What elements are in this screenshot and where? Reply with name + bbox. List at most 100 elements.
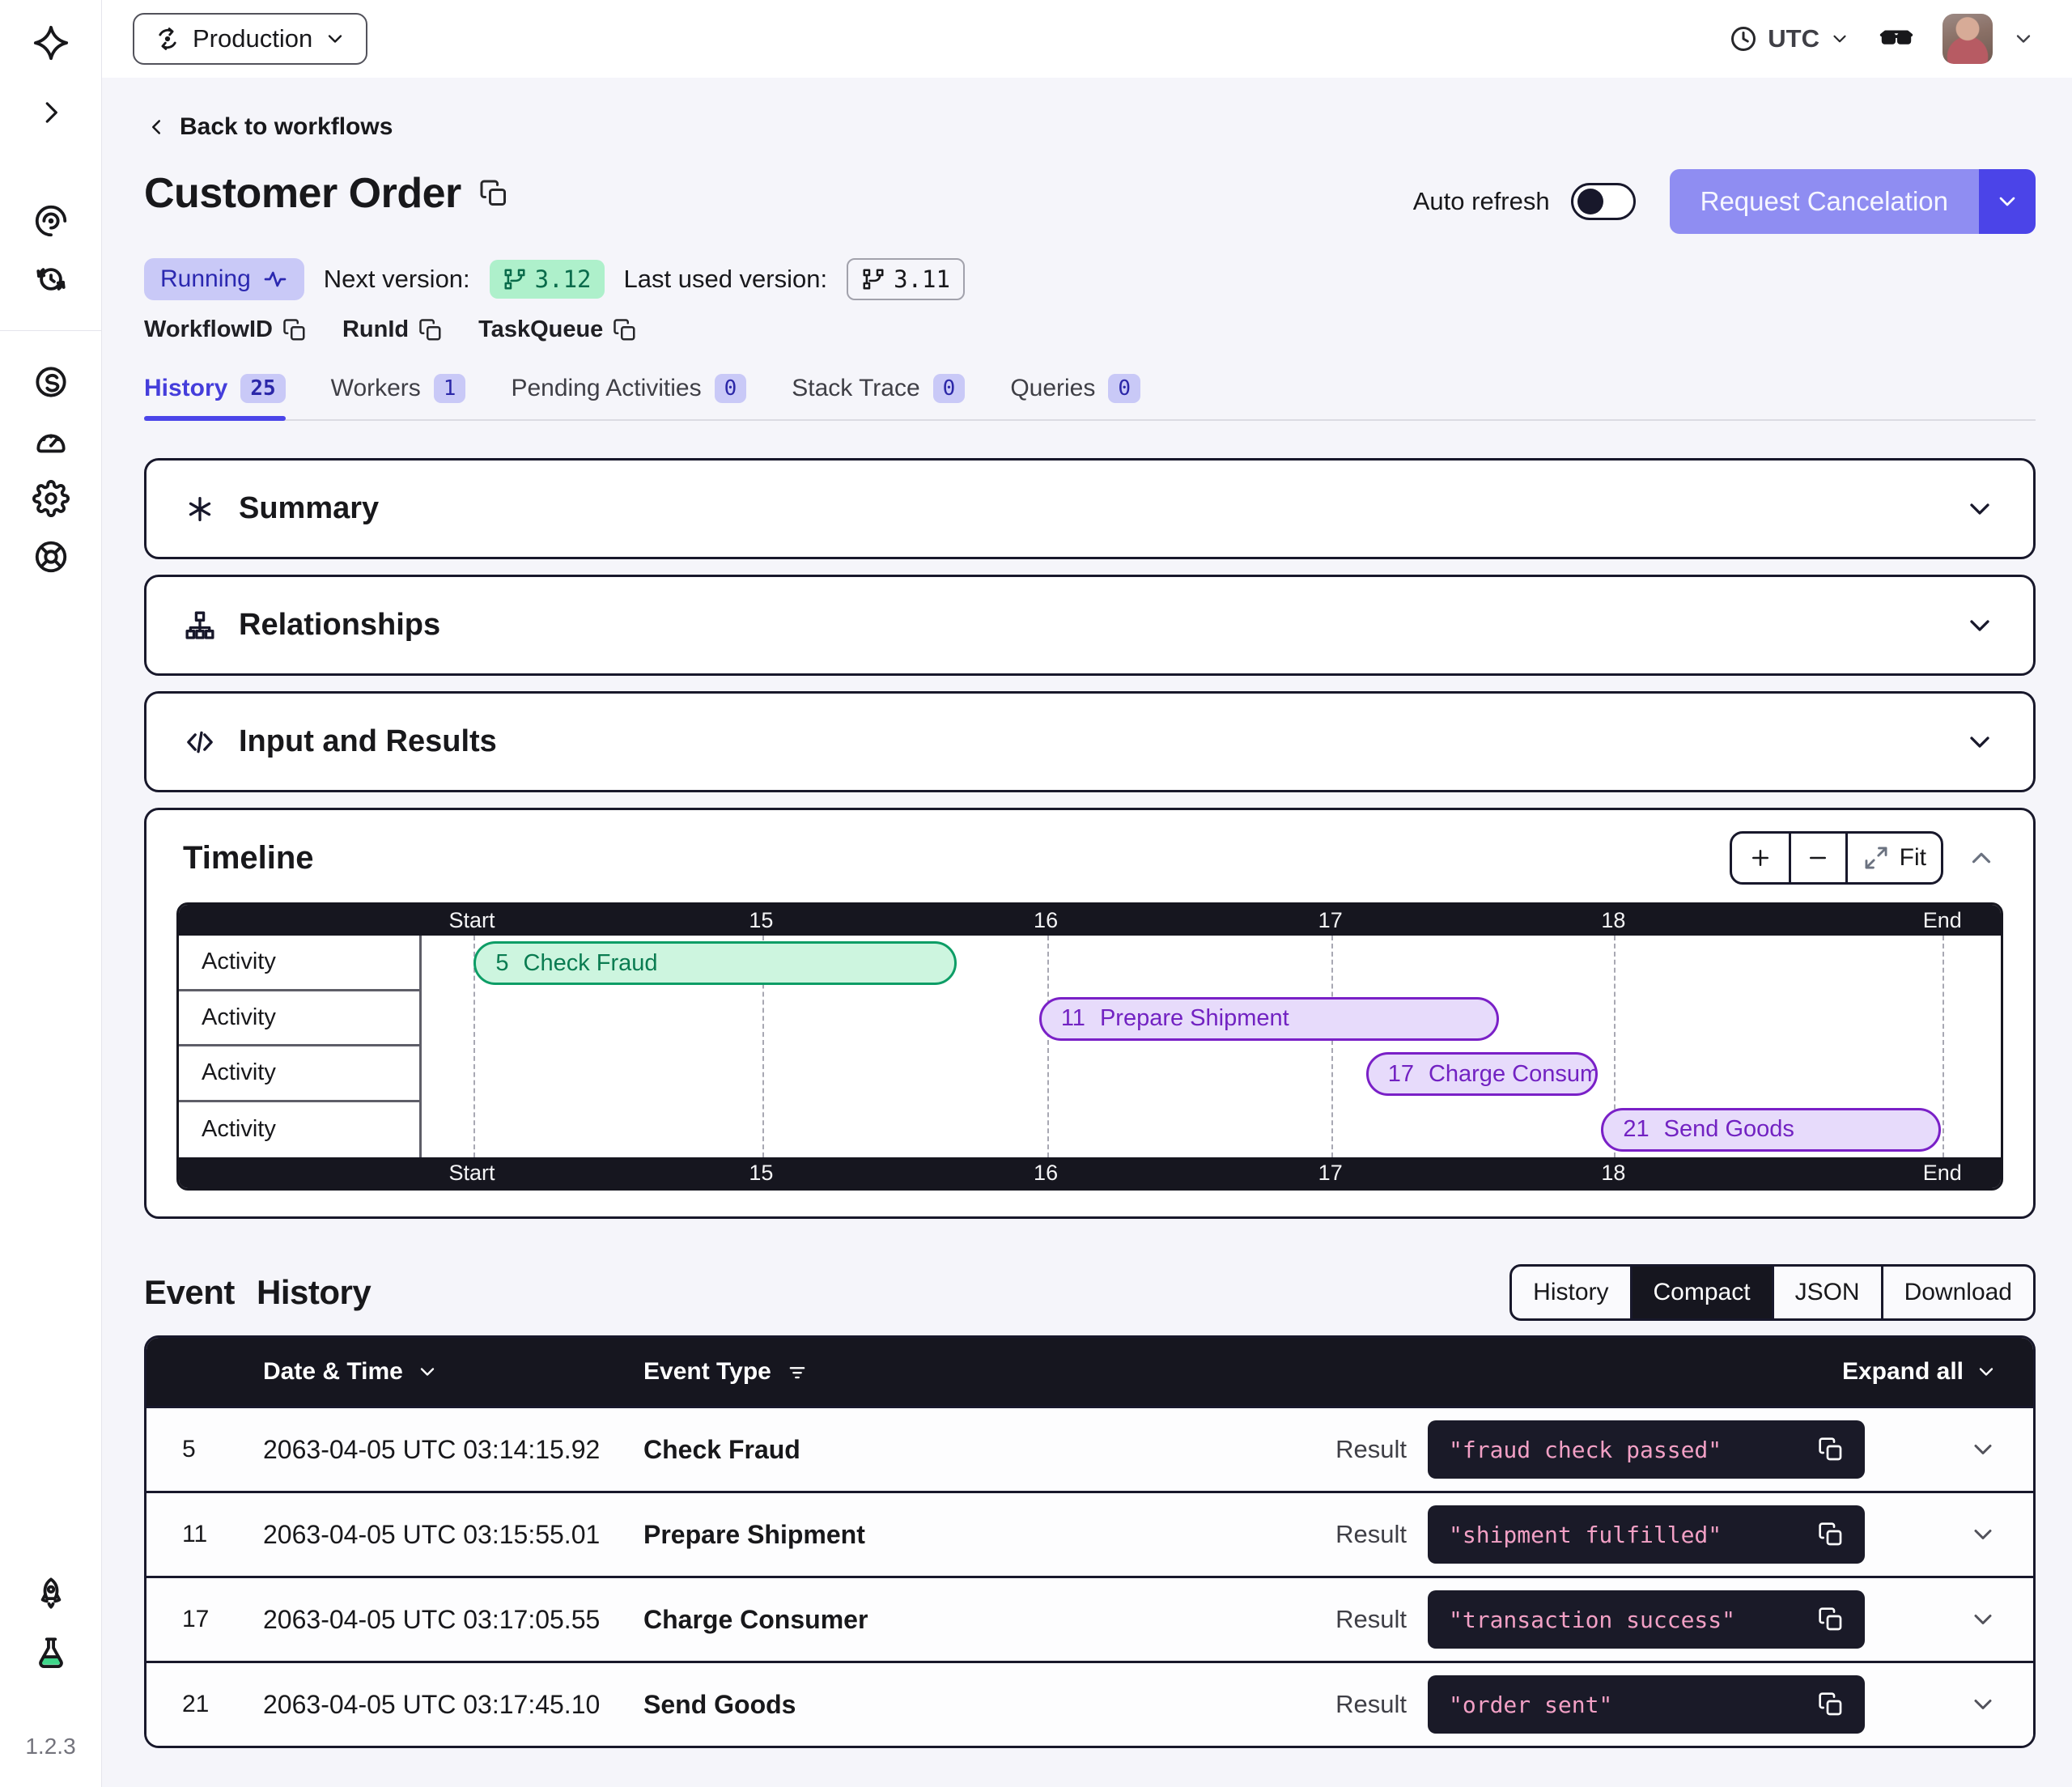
view-download[interactable]: Download <box>1881 1267 2033 1318</box>
topbar: Production UTC <box>102 0 2072 78</box>
chevron-down-icon <box>1964 609 1996 642</box>
back-to-workflows-link[interactable]: Back to workflows <box>144 113 393 141</box>
copy-result-icon[interactable] <box>1818 1437 1844 1462</box>
copy-taskqueue-chip[interactable]: TaskQueue <box>478 316 637 343</box>
branch-icon <box>503 267 527 291</box>
bar-activity-name: Prepare Shipment <box>1100 1005 1289 1032</box>
collapse-timeline-icon[interactable] <box>1966 843 1997 873</box>
event-datetime: 2063-04-05 UTC 03:17:45.10 <box>263 1690 643 1720</box>
tab-stack-trace[interactable]: Stack Trace0 <box>792 374 965 419</box>
expand-row-icon[interactable] <box>1968 1520 1998 1549</box>
account-menu-chevron-icon[interactable] <box>2012 28 2035 50</box>
expand-row-icon[interactable] <box>1968 1435 1998 1464</box>
tab-label: Queries <box>1010 375 1095 402</box>
view-json[interactable]: JSON <box>1772 1267 1881 1318</box>
expand-all-button[interactable]: Expand all <box>1842 1358 1998 1386</box>
cancelation-menu-button[interactable] <box>1979 169 2036 234</box>
timeline-bar-prepare-shipment[interactable]: 11Prepare Shipment <box>1039 997 1499 1041</box>
timeline-controls: Fit <box>1730 831 1997 885</box>
event-row[interactable]: 17 2063-04-05 UTC 03:17:05.55 Charge Con… <box>146 1576 2033 1661</box>
relationships-icon <box>184 609 216 642</box>
timezone-selector[interactable]: UTC <box>1729 24 1850 53</box>
tab-count-badge: 0 <box>715 374 747 403</box>
chevron-down-icon <box>324 28 346 50</box>
axis-tick-label: Start <box>448 908 495 933</box>
copy-result-icon[interactable] <box>1818 1522 1844 1547</box>
last-used-version-badge: 3.11 <box>847 258 965 300</box>
timezone-label: UTC <box>1768 24 1819 53</box>
datetime-column-header[interactable]: Date & Time <box>263 1358 643 1386</box>
event-type: Send Goods <box>643 1690 1335 1720</box>
app-root: 1.2.3 Production UTC <box>0 0 2072 1787</box>
axis-tick-label: 18 <box>1601 908 1625 933</box>
event-row[interactable]: 11 2063-04-05 UTC 03:15:55.01 Prepare Sh… <box>146 1491 2033 1576</box>
tab-queries[interactable]: Queries0 <box>1010 374 1140 419</box>
timeline-axis-bottom: Start15161718End <box>179 1157 2001 1188</box>
view-switcher: HistoryCompactJSONDownload <box>1509 1264 2036 1321</box>
accordion-summary[interactable]: Summary <box>144 458 2036 559</box>
temporal-logo-icon[interactable] <box>32 24 70 62</box>
request-cancelation-button[interactable]: Request Cancelation <box>1670 169 2036 234</box>
avatar[interactable] <box>1942 14 1993 64</box>
labs-glasses-icon[interactable] <box>1878 20 1915 57</box>
content: Back to workflows Customer Order Auto re… <box>102 78 2072 1787</box>
event-id: 5 <box>182 1436 263 1463</box>
timeline-row-label: Activity <box>179 1102 419 1158</box>
nexus-icon[interactable] <box>32 363 70 401</box>
event-table: Date & Time Event Type Expand all 5 2063… <box>144 1335 2036 1748</box>
flask-icon[interactable] <box>32 1635 70 1672</box>
usage-icon[interactable] <box>32 422 70 459</box>
timeline-row-label: Activity <box>179 991 419 1047</box>
zoom-out-button[interactable] <box>1789 834 1845 882</box>
event-row[interactable]: 5 2063-04-05 UTC 03:14:15.92 Check Fraud… <box>146 1406 2033 1491</box>
tab-workers[interactable]: Workers1 <box>331 374 466 419</box>
sidebar-top-group <box>32 24 70 128</box>
expand-row-icon[interactable] <box>1968 1605 1998 1634</box>
copy-result-icon[interactable] <box>1818 1607 1844 1632</box>
namespace-selector[interactable]: Production <box>133 13 367 65</box>
namespace-label: Production <box>193 24 312 53</box>
sidebar-bottom-icons <box>32 1575 70 1672</box>
auto-refresh-toggle[interactable] <box>1571 183 1636 220</box>
copy-result-icon[interactable] <box>1818 1691 1844 1717</box>
timeline-axis-top: Start15161718End <box>179 905 2001 936</box>
minus-icon <box>1806 846 1830 870</box>
accordion-input-and-results[interactable]: Input and Results <box>144 691 2036 792</box>
chevron-left-icon <box>144 115 168 139</box>
tab-pending-activities[interactable]: Pending Activities0 <box>511 374 746 419</box>
workflows-icon[interactable] <box>32 202 70 240</box>
event-datetime: 2063-04-05 UTC 03:15:55.01 <box>263 1520 643 1550</box>
support-icon[interactable] <box>32 538 70 575</box>
event-table-header: Date & Time Event Type Expand all <box>146 1338 2033 1406</box>
sidebar: 1.2.3 <box>0 0 102 1787</box>
event-id: 11 <box>182 1521 263 1548</box>
fit-button[interactable]: Fit <box>1845 834 1941 882</box>
timeline-row-label: Activity <box>179 936 419 991</box>
bar-event-id: 5 <box>495 950 508 977</box>
result-value: "order sent" <box>1449 1691 1612 1718</box>
bar-event-id: 21 <box>1623 1116 1649 1143</box>
event-type-column-header[interactable]: Event Type <box>643 1358 1842 1386</box>
accordion-relationships[interactable]: Relationships <box>144 575 2036 676</box>
rocket-icon[interactable] <box>32 1575 70 1612</box>
view-compact[interactable]: Compact <box>1630 1267 1772 1318</box>
view-history[interactable]: History <box>1512 1267 1629 1318</box>
timeline-bar-check-fraud[interactable]: 5Check Fraud <box>473 941 957 985</box>
tab-history[interactable]: History25 <box>144 374 286 419</box>
timeline-bar-send-goods[interactable]: 21Send Goods <box>1601 1108 1940 1152</box>
timeline-bar-charge-consumer[interactable]: 17Charge Consumer <box>1366 1052 1599 1096</box>
settings-icon[interactable] <box>32 480 70 517</box>
timeline-row-label: Activity <box>179 1046 419 1102</box>
expand-row-icon[interactable] <box>1968 1690 1998 1719</box>
timeline-row-labels: ActivityActivityActivityActivity <box>179 936 422 1157</box>
zoom-in-button[interactable] <box>1732 834 1789 882</box>
event-row[interactable]: 21 2063-04-05 UTC 03:17:45.10 Send Goods… <box>146 1661 2033 1746</box>
event-id: 17 <box>182 1606 263 1633</box>
copy-title-icon[interactable] <box>479 179 508 208</box>
expand-sidebar-icon[interactable] <box>36 97 66 128</box>
request-cancelation-label[interactable]: Request Cancelation <box>1670 169 1979 234</box>
result-chip: "shipment fulfilled" <box>1428 1505 1865 1564</box>
schedules-icon[interactable] <box>32 261 70 298</box>
copy-runid-chip[interactable]: RunId <box>342 316 443 343</box>
copy-workflowid-chip[interactable]: WorkflowID <box>144 316 307 343</box>
